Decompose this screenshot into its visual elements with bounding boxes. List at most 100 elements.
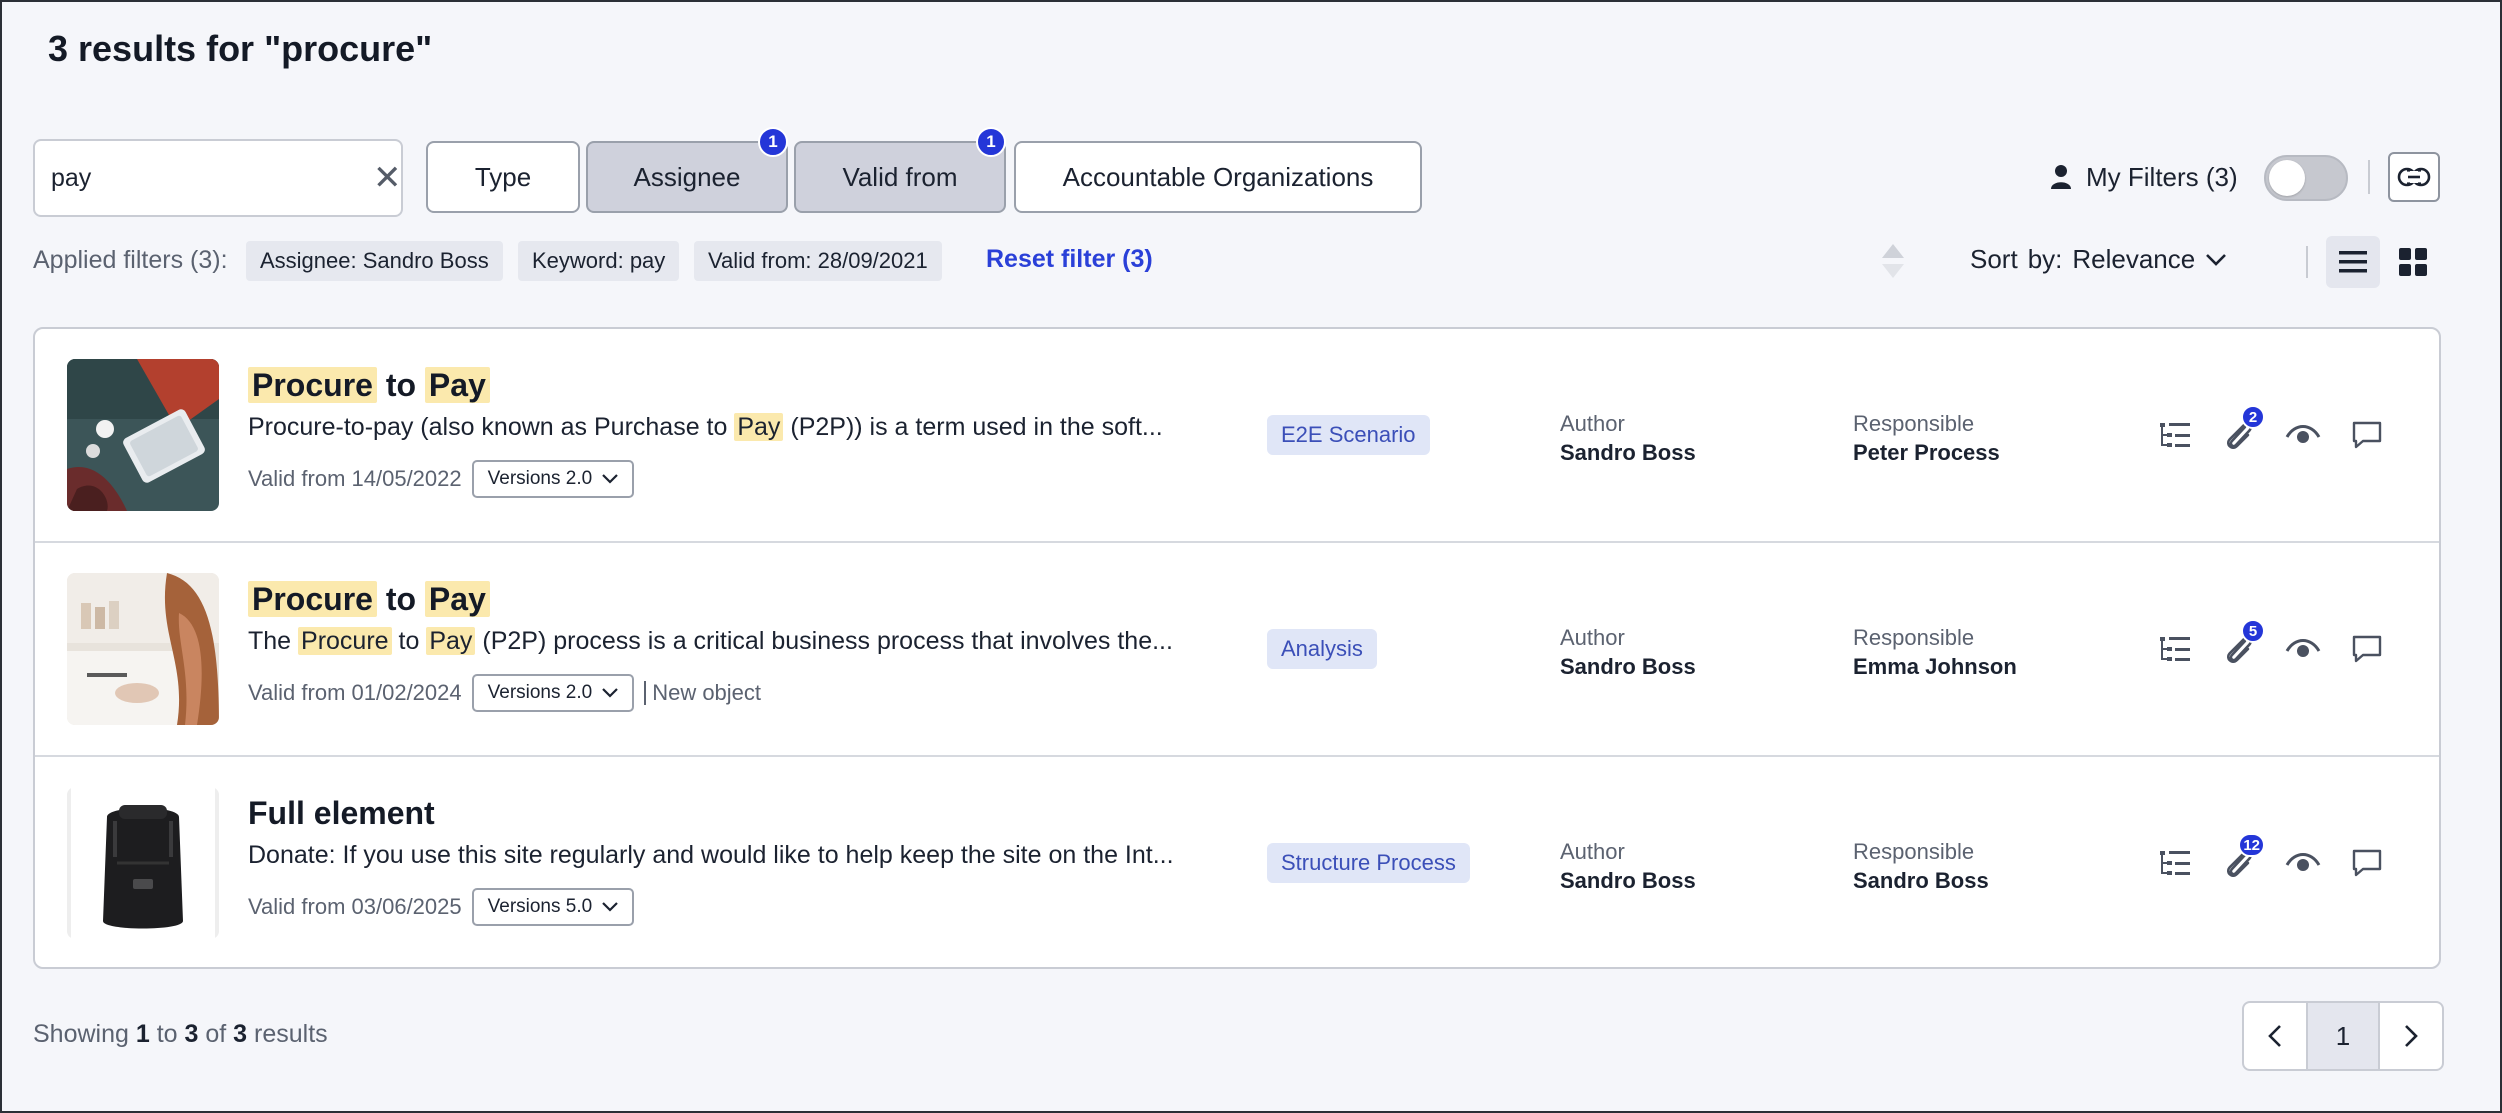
type-tag: Structure Process [1267,843,1470,883]
reset-filter-link[interactable]: Reset filter (3) [986,245,1153,274]
filter-label: Valid from [842,161,958,192]
structure-button[interactable] [2153,627,2197,671]
sort-value: Relevance [2072,244,2196,274]
versions-dropdown[interactable]: Versions 2.0 [471,460,635,498]
applied-filter-chip[interactable]: Keyword: pay [518,241,680,281]
list-view-button[interactable] [2326,236,2380,288]
type-tag: E2E Scenario [1267,415,1430,455]
eye-icon [2285,639,2321,657]
watch-button[interactable] [2281,413,2325,457]
desc-text: Procure-to-pay (also known as Purchase t… [248,413,735,441]
keyword-highlight: Pay [734,413,784,441]
author-label: Author [1560,411,1625,436]
list-item[interactable]: Procure to Pay The Procure to Pay (P2P) … [35,543,2439,757]
chevron-down-icon [602,902,618,912]
attachment-count-badge: 5 [2241,619,2265,643]
sort-dropdown[interactable]: Sort by: Relevance [1970,244,2227,275]
page-title: 3 results for "procure" [48,28,433,69]
page-number-button[interactable]: 1 [2306,1003,2380,1069]
applied-filter-chip[interactable]: Assignee: Sandro Boss [246,241,503,281]
comment-icon [2352,421,2382,449]
my-filters[interactable]: My Filters (3) [2050,155,2238,199]
divider [2306,246,2308,278]
author-info: Author Sandro Boss [1560,837,1696,895]
valid-from-text: Valid from 01/02/2024 [248,680,462,705]
author-info: Author Sandro Boss [1560,623,1696,681]
sort-order-icon[interactable] [1880,242,1906,285]
author-label: Author [1560,839,1625,864]
versions-dropdown[interactable]: Versions 2.0 [471,674,635,712]
hierarchy-list-icon [2160,637,2190,661]
list-item[interactable]: Procure to Pay Procure-to-pay (also know… [35,329,2439,543]
result-meta: Valid from 03/06/2025 Versions 5.0 [248,887,635,927]
structure-button[interactable] [2153,413,2197,457]
result-title[interactable]: Procure to Pay [248,367,490,404]
search-box[interactable]: ✕ [33,139,403,217]
result-title[interactable]: Full element [248,795,435,832]
watch-button[interactable] [2281,841,2325,885]
filter-assignee-button[interactable]: Assignee 1 [586,127,788,213]
link-icon [2397,167,2431,187]
responsible-label: Responsible [1853,625,1975,650]
search-input[interactable] [51,163,373,193]
close-icon[interactable]: ✕ [373,161,402,195]
responsible-name: Peter Process [1853,440,2000,465]
attachment-count-badge: 12 [2238,833,2265,857]
result-description: Procure-to-pay (also known as Purchase t… [248,413,1163,442]
my-filters-toggle[interactable] [2264,155,2348,201]
filter-count-badge: 1 [758,127,788,157]
filter-label: Assignee [633,161,741,192]
comments-button[interactable] [2345,841,2389,885]
responsible-info: Responsible Emma Johnson [1853,623,2017,681]
chevron-right-icon [2405,1025,2418,1047]
attachments-button[interactable]: 2 [2217,405,2265,457]
attachments-button[interactable]: 12 [2217,833,2265,885]
user-icon [2051,165,2071,189]
copy-link-button[interactable] [2388,152,2440,202]
toggle-knob [2269,160,2305,196]
attachments-button[interactable]: 5 [2217,619,2265,671]
prev-page-button[interactable] [2244,1003,2306,1069]
comments-button[interactable] [2345,413,2389,457]
desc-text: (P2P)) is a term used in the soft... [783,413,1163,441]
result-thumbnail [67,573,219,725]
structure-button[interactable] [2153,841,2197,885]
responsible-name: Emma Johnson [1853,654,2017,679]
result-thumbnail [67,359,219,511]
filter-valid-from-button[interactable]: Valid from 1 [794,127,1006,213]
list-item[interactable]: Full element Donate: If you use this sit… [35,757,2439,967]
author-label: Author [1560,625,1625,650]
filter-label: Type [474,161,532,192]
keyword-highlight: Pay [424,581,490,617]
versions-dropdown[interactable]: Versions 5.0 [471,888,635,926]
new-object-label: New object [644,681,761,705]
result-title[interactable]: Procure to Pay [248,581,490,618]
filter-label: Accountable Organizations [1062,161,1374,192]
divider [2368,160,2370,194]
result-meta: Valid from 14/05/2022 Versions 2.0 [248,459,635,499]
my-filters-label: My Filters (3) [2086,161,2238,192]
desc-text: Donate: If you use this site regularly a… [248,841,1174,869]
versions-label: Versions 2.0 [487,682,593,703]
valid-from-text: Valid from 03/06/2025 [248,894,462,919]
desc-text: to [391,627,427,655]
author-name: Sandro Boss [1560,440,1696,465]
responsible-info: Responsible Peter Process [1853,409,2000,467]
filter-accountable-organizations-button[interactable]: Accountable Organizations [1014,141,1422,213]
result-thumbnail [67,787,219,939]
filter-type-button[interactable]: Type [426,141,580,213]
author-info: Author Sandro Boss [1560,409,1696,467]
keyword-highlight: Procure [248,581,377,617]
keyword-highlight: Procure [298,627,392,655]
next-page-button[interactable] [2380,1003,2442,1069]
grid-view-button[interactable] [2386,236,2440,288]
comments-button[interactable] [2345,627,2389,671]
watch-button[interactable] [2281,627,2325,671]
applied-filter-chip[interactable]: Valid from: 28/09/2021 [694,241,942,281]
results-list: Procure to Pay Procure-to-pay (also know… [33,327,2441,969]
results-summary: Showing 1 to 3 of 3 results [33,1020,328,1049]
sort-by-label: by: [2027,244,2063,274]
attachment-count-badge: 2 [2241,405,2265,429]
valid-from-text: Valid from 14/05/2022 [248,466,462,491]
summary-text: of [198,1020,234,1048]
